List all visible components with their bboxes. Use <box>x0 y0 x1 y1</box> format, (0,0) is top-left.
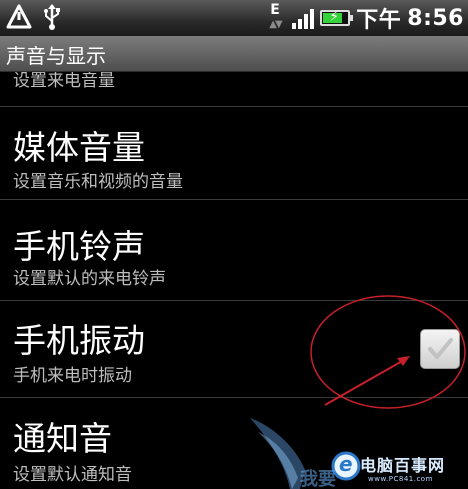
setting-row-media-volume[interactable]: 媒体音量 设置音乐和视频的音量 <box>0 107 468 200</box>
vibrate-checkbox[interactable] <box>420 329 460 369</box>
setting-summary: 设置默认的来电铃声 <box>13 269 166 289</box>
setting-label: 手机铃声 <box>13 227 145 266</box>
battery-charging-icon: ⚡ <box>320 9 354 26</box>
setting-label: 通知音 <box>13 419 112 458</box>
setting-row-ringer-volume[interactable]: 设置来电音量 <box>0 72 468 107</box>
status-bar: E ▲▼ ⚡ 下午 8:56 <box>0 0 468 36</box>
setting-row-ringtone[interactable]: 手机铃声 设置默认的来电铃声 <box>0 200 468 301</box>
setting-summary: 设置音乐和视频的音量 <box>13 172 183 192</box>
clock-period: 下午 <box>356 8 402 33</box>
status-indicators: E ▲▼ ⚡ 下午 8:56 <box>268 0 464 36</box>
watermark-partial-text: 我要 <box>300 469 336 489</box>
watermark-logo-letter: e <box>339 452 353 476</box>
setting-summary: 设置来电音量 <box>13 72 115 91</box>
watermark-site-name: 电脑百事网 <box>360 456 446 475</box>
title-bar: 声音与显示 <box>0 36 468 72</box>
status-notifications[interactable] <box>6 3 62 31</box>
setting-label: 媒体音量 <box>13 128 145 167</box>
watermark-url: www.PC841.com <box>368 475 433 483</box>
data-arrows-icon: E ▲▼ <box>269 2 282 30</box>
screen: E ▲▼ ⚡ 下午 8:56 声音与显示 设置来电音量 媒体音量 设置音乐和视频… <box>0 0 468 489</box>
setting-label: 手机振动 <box>13 321 145 360</box>
warning-triangle-icon <box>6 4 32 29</box>
page-title: 声音与显示 <box>6 44 106 68</box>
checkmark-icon <box>428 338 453 359</box>
setting-summary: 设置默认通知音 <box>13 465 132 485</box>
clock-time: 8:56 <box>407 5 464 31</box>
settings-list[interactable]: 设置来电音量 媒体音量 设置音乐和视频的音量 手机铃声 设置默认的来电铃声 手机… <box>0 72 468 489</box>
usb-icon <box>44 4 60 30</box>
signal-icon <box>292 7 315 29</box>
setting-summary: 手机来电时振动 <box>13 366 132 386</box>
setting-row-vibrate[interactable]: 手机振动 手机来电时振动 <box>0 301 468 398</box>
network-type-label: E <box>270 2 280 18</box>
